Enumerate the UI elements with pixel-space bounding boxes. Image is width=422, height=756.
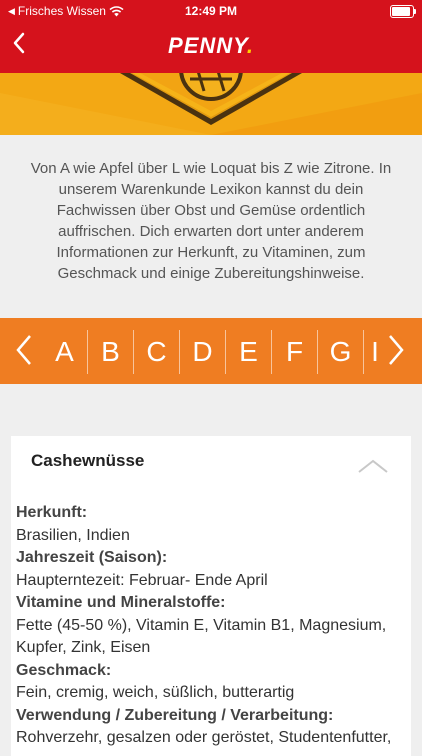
section-value: Kupfer, Zink, Eisen	[16, 639, 151, 656]
product-title: Cashewnüsse	[31, 451, 145, 470]
letter-d[interactable]: D	[180, 330, 226, 374]
letter-f[interactable]: F	[272, 330, 318, 374]
product-details: Herkunft: Brasilien, Indien Jahreszeit (…	[16, 502, 416, 750]
hero-illustration	[0, 73, 422, 135]
app-header: ◀ Frisches Wissen 12:49 PM PENNY.	[0, 0, 422, 73]
penny-logo: PENNY.	[0, 33, 422, 59]
section-heading: Geschmack:	[16, 661, 112, 679]
section-heading: Jahreszeit (Saison):	[16, 549, 168, 566]
status-time: 12:49 PM	[184, 4, 238, 18]
letter-e[interactable]: E	[226, 330, 272, 374]
hero-banner	[0, 73, 422, 135]
collapse-chevron-icon[interactable]	[357, 458, 389, 479]
letter-g[interactable]: G	[318, 330, 364, 374]
section-value: Haupterntezeit: Februar- Ende April	[16, 571, 268, 589]
logo-dot: .	[246, 33, 254, 58]
letter-c[interactable]: C	[134, 330, 180, 374]
section-heading: Verwendung / Zubereitung / Verarbeitung:	[16, 706, 334, 724]
logo-text: PENNY	[168, 33, 247, 58]
alphabet-prev-icon[interactable]	[14, 330, 34, 379]
section-heading: Vitamine und Mineralstoffe:	[16, 594, 226, 611]
section-value: Fein, cremig, weich, süßlich, butterarti…	[16, 684, 295, 701]
letter-i[interactable]: I	[364, 330, 386, 374]
intro-description: Von A wie Apfel über L wie Loquat bis Z …	[30, 160, 392, 282]
section-heading: Herkunft:	[16, 504, 88, 521]
section-value: Rohverzehr, gesalzen oder geröstet, Stud…	[16, 729, 392, 746]
alphabet-navigation: A B C D E F G I	[0, 318, 422, 384]
status-bar: ◀ Frisches Wissen 12:49 PM	[0, 0, 422, 22]
battery-icon	[390, 5, 416, 18]
alphabet-letters: A B C D E F G I	[42, 330, 386, 374]
section-value: Brasilien, Indien	[16, 526, 130, 544]
section-value: Fette (45-50 %), Vitamin E, Vitamin B1, …	[16, 616, 387, 634]
letter-b[interactable]: B	[88, 330, 134, 374]
letter-a[interactable]: A	[42, 330, 88, 374]
alphabet-next-icon[interactable]	[386, 330, 406, 379]
